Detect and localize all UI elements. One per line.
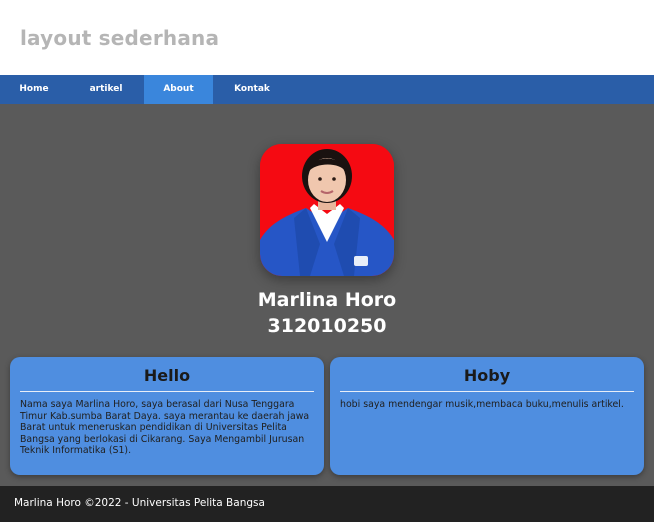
site-header: layout sederhana xyxy=(0,0,654,75)
footer-text: Marlina Horo ©2022 - Universitas Pelita … xyxy=(14,497,265,509)
nav-item-artikel[interactable]: artikel xyxy=(68,75,144,104)
card-hoby: Hoby hobi saya mendengar musik,membaca b… xyxy=(330,357,644,475)
card-hoby-body: hobi saya mendengar musik,membaca buku,m… xyxy=(340,399,624,410)
card-hello-body: Nama saya Marlina Horo, saya berasal dar… xyxy=(20,399,310,457)
site-title: layout sederhana xyxy=(20,26,220,50)
nav-item-about[interactable]: About xyxy=(144,75,213,104)
profile-photo xyxy=(260,144,394,276)
profile-photo-image xyxy=(260,144,394,276)
main-content: Marlina Horo 312010250 Hello Nama saya M… xyxy=(0,104,654,486)
card-hoby-divider xyxy=(340,391,634,392)
card-hello-divider xyxy=(20,391,314,392)
main-nav: Home artikel About Kontak xyxy=(0,75,654,104)
profile-name: Marlina Horo xyxy=(257,289,397,311)
card-hello-title: Hello xyxy=(143,366,191,385)
card-hoby-title: Hoby xyxy=(463,366,511,385)
card-hello: Hello Nama saya Marlina Horo, saya beras… xyxy=(10,357,324,475)
profile-nim: 312010250 xyxy=(267,315,387,337)
nav-item-home[interactable]: Home xyxy=(0,75,68,104)
site-footer: Marlina Horo ©2022 - Universitas Pelita … xyxy=(0,486,654,522)
nav-item-kontak[interactable]: Kontak xyxy=(213,75,291,104)
